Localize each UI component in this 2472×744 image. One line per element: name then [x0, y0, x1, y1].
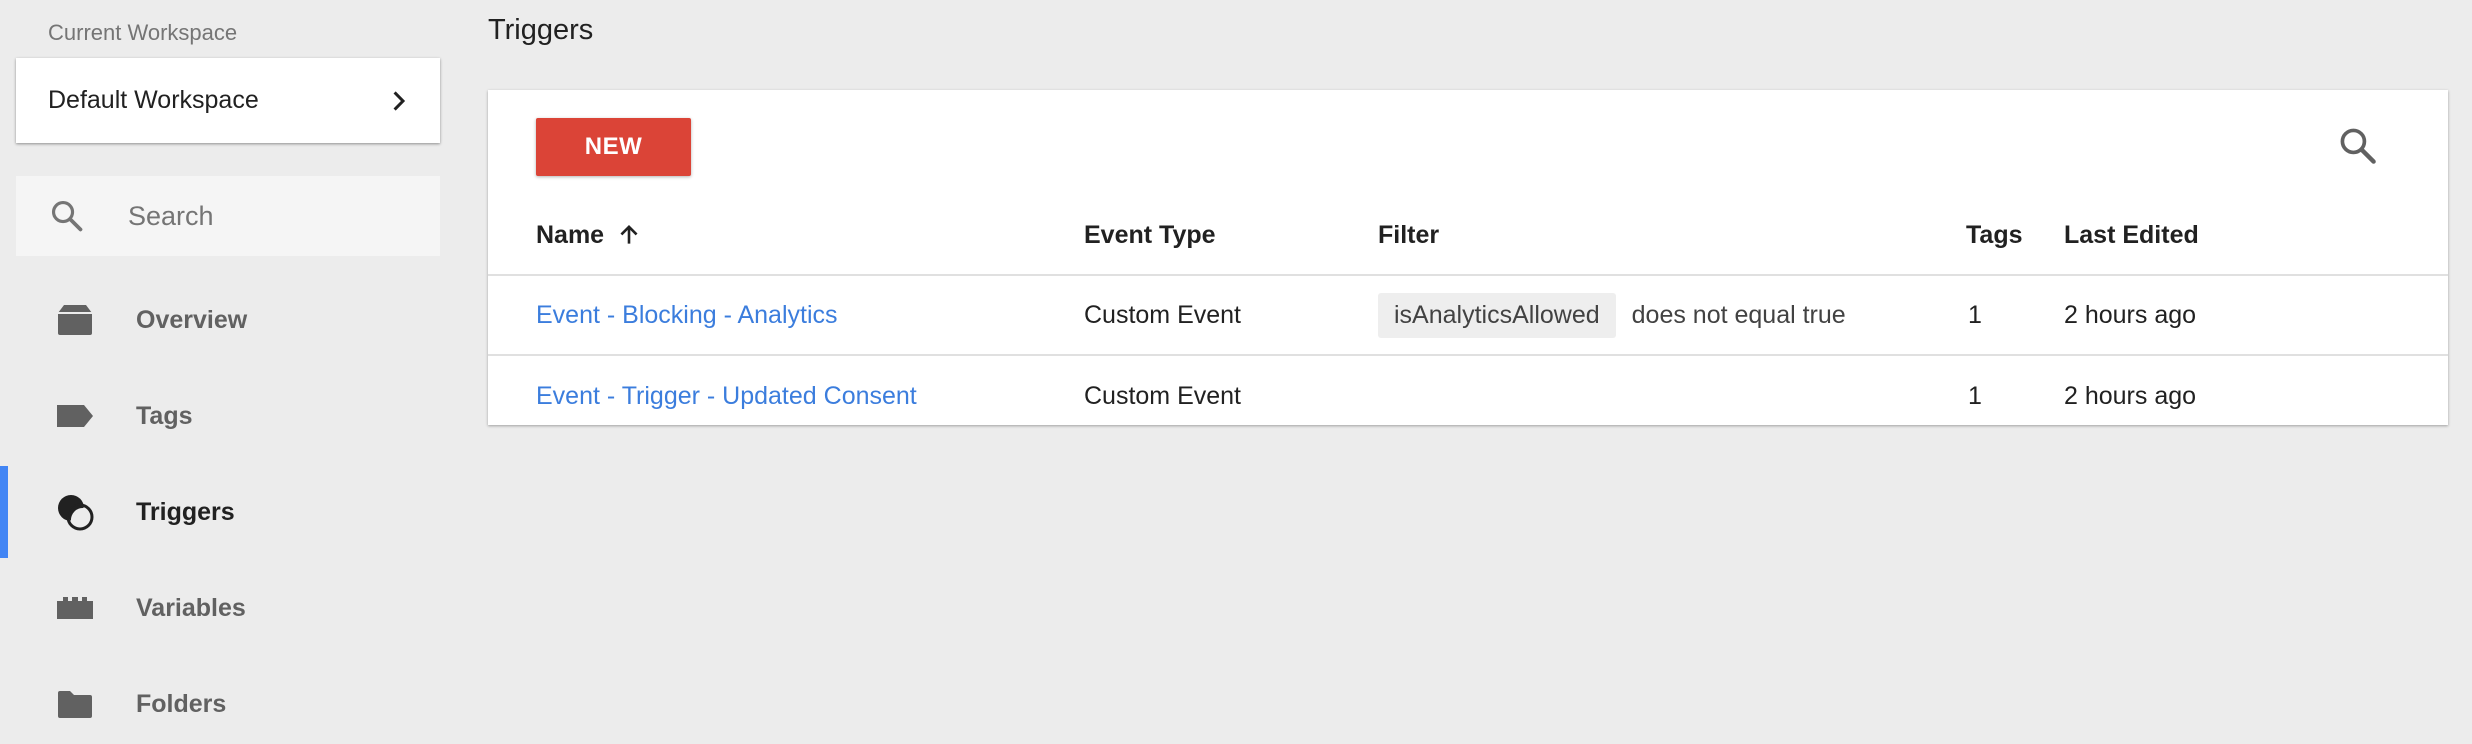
sidebar-item-tags[interactable]: Tags	[0, 368, 455, 464]
column-header-filter[interactable]: Filter	[1378, 196, 1439, 274]
filter-variable-chip: isAnalyticsAllowed	[1378, 292, 1616, 338]
last-edited-cell: 2 hours ago	[2064, 381, 2197, 410]
search-icon	[2340, 128, 2376, 164]
filter-cell: isAnalyticsAllowed does not equal true	[1378, 276, 1846, 354]
tags-count-cell: 1	[1968, 300, 1982, 329]
column-header-tags[interactable]: Tags	[1966, 196, 2023, 274]
variables-icon	[57, 597, 93, 619]
workspace-selector[interactable]: Default Workspace	[16, 58, 440, 143]
sidebar-search	[16, 176, 440, 256]
column-header-last-edited[interactable]: Last Edited	[2064, 196, 2199, 274]
workspace-name: Default Workspace	[48, 86, 259, 114]
trigger-icon	[58, 495, 94, 531]
sidebar-item-folders[interactable]: Folders	[0, 656, 455, 744]
sidebar-item-variables[interactable]: Variables	[0, 560, 455, 656]
sidebar-item-label: Folders	[136, 689, 227, 718]
sidebar-search-input[interactable]	[128, 200, 408, 232]
triggers-panel: NEW Name Event Type Filter Tags Last Edi…	[488, 90, 2448, 425]
folder-icon	[58, 691, 92, 718]
tags-count-cell: 1	[1968, 381, 1982, 410]
table-header-row: Name Event Type Filter Tags Last Edited	[488, 196, 2448, 276]
sidebar-item-overview[interactable]: Overview	[0, 272, 455, 368]
tag-icon	[57, 405, 93, 427]
search-icon	[51, 200, 83, 232]
trigger-name-link[interactable]: Event - Blocking - Analytics	[536, 301, 838, 330]
workspace-caption: Current Workspace	[48, 20, 238, 45]
triggers-table: Name Event Type Filter Tags Last Edited …	[488, 196, 2448, 436]
page-title: Triggers	[488, 14, 594, 46]
trigger-name-link[interactable]: Event - Trigger - Updated Consent	[536, 382, 917, 411]
sidebar-item-label: Triggers	[136, 497, 235, 526]
chevron-right-icon	[393, 90, 406, 111]
table-row[interactable]: Event - Trigger - Updated Consent Custom…	[488, 356, 2448, 436]
sidebar-nav: Overview Tags Triggers Variables Folders	[0, 272, 455, 744]
sidebar: Current Workspace Default Workspace Over…	[0, 0, 455, 744]
column-header-event-type[interactable]: Event Type	[1084, 196, 1216, 274]
new-trigger-button[interactable]: NEW	[536, 118, 691, 176]
sidebar-item-label: Overview	[136, 305, 248, 334]
sidebar-item-label: Variables	[136, 593, 246, 622]
sidebar-item-label: Tags	[136, 401, 193, 430]
last-edited-cell: 2 hours ago	[2064, 300, 2197, 329]
filter-condition: does not equal true	[1631, 300, 1846, 329]
table-search-button[interactable]	[2336, 124, 2380, 168]
column-header-name[interactable]: Name	[536, 196, 642, 274]
column-header-label: Name	[536, 220, 605, 249]
event-type-cell: Custom Event	[1084, 381, 1242, 410]
arrow-up-icon	[620, 225, 638, 244]
event-type-cell: Custom Event	[1084, 300, 1242, 329]
table-row[interactable]: Event - Blocking - Analytics Custom Even…	[488, 276, 2448, 356]
overview-icon	[58, 305, 92, 335]
sidebar-item-triggers[interactable]: Triggers	[0, 464, 455, 560]
